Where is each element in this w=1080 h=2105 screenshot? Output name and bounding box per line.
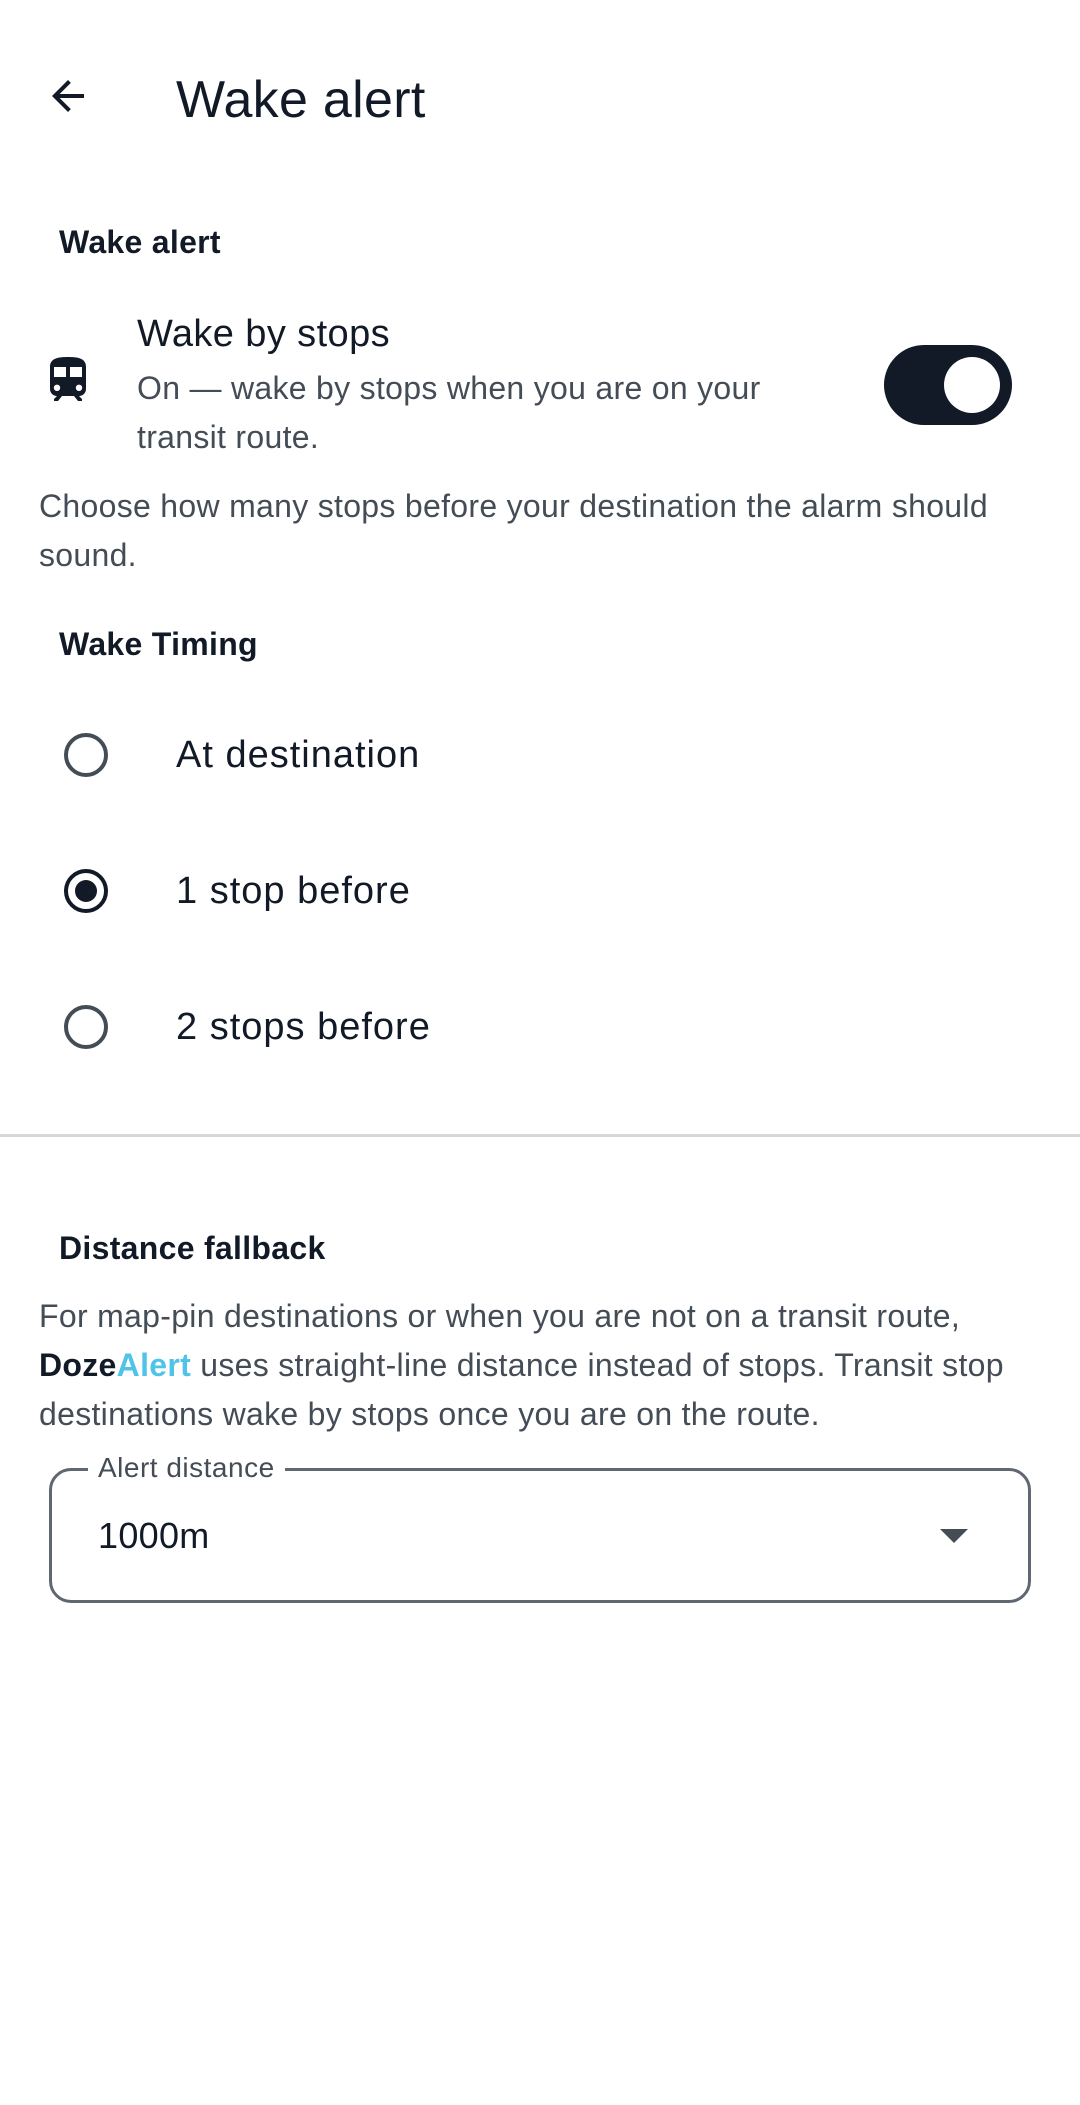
alert-distance-label: Alert distance	[88, 1449, 285, 1487]
wake-alert-screen: Wake alert Wake alert Wake by stops On —…	[0, 0, 1080, 2105]
alert-distance-value: 1000m	[98, 1515, 210, 1556]
distance-fallback-text-start: For map-pin destinations or when you are…	[39, 1298, 961, 1334]
wake-by-stops-subtitle: On — wake by stops when you are on your …	[137, 370, 761, 455]
radio-label: 1 stop before	[176, 870, 411, 912]
wake-by-stops-row[interactable]: Wake by stops On — wake by stops when yo…	[0, 300, 1080, 470]
page-title: Wake alert	[176, 71, 426, 129]
brand-name-doze: Doze	[39, 1347, 117, 1383]
distance-fallback-text: For map-pin destinations or when you are…	[39, 1292, 1049, 1439]
wake-by-stops-toggle[interactable]	[884, 345, 1012, 425]
alert-distance-dropdown[interactable]: Alert distance 1000m	[49, 1449, 1031, 1603]
wake-alert-section-header: Wake alert	[59, 224, 221, 260]
wake-by-stops-title: Wake by stops	[137, 313, 390, 355]
dropdown-arrow-icon	[940, 1529, 968, 1543]
brand-name-alert: Alert	[116, 1347, 192, 1383]
section-divider	[0, 1134, 1080, 1137]
wake-timing-section-header: Wake Timing	[59, 626, 258, 662]
radio-label: 2 stops before	[176, 1006, 431, 1048]
radio-button[interactable]	[64, 733, 108, 777]
radio-button[interactable]	[64, 1005, 108, 1049]
toggle-thumb	[944, 357, 1000, 413]
distance-fallback-section-header: Distance fallback	[59, 1230, 326, 1266]
radio-option-1-stop-before[interactable]: 1 stop before	[0, 826, 1080, 956]
radio-label: At destination	[176, 734, 421, 776]
top-app-bar: Wake alert	[0, 0, 1080, 200]
arrow-back-icon	[52, 80, 84, 112]
radio-option-at-destination[interactable]: At destination	[0, 690, 1080, 820]
wake-stops-helper-text: Choose how many stops before your destin…	[39, 488, 988, 573]
train-icon	[50, 357, 86, 401]
radio-button[interactable]	[64, 869, 108, 913]
radio-option-2-stops-before[interactable]: 2 stops before	[0, 962, 1080, 1092]
back-button[interactable]	[32, 60, 104, 132]
